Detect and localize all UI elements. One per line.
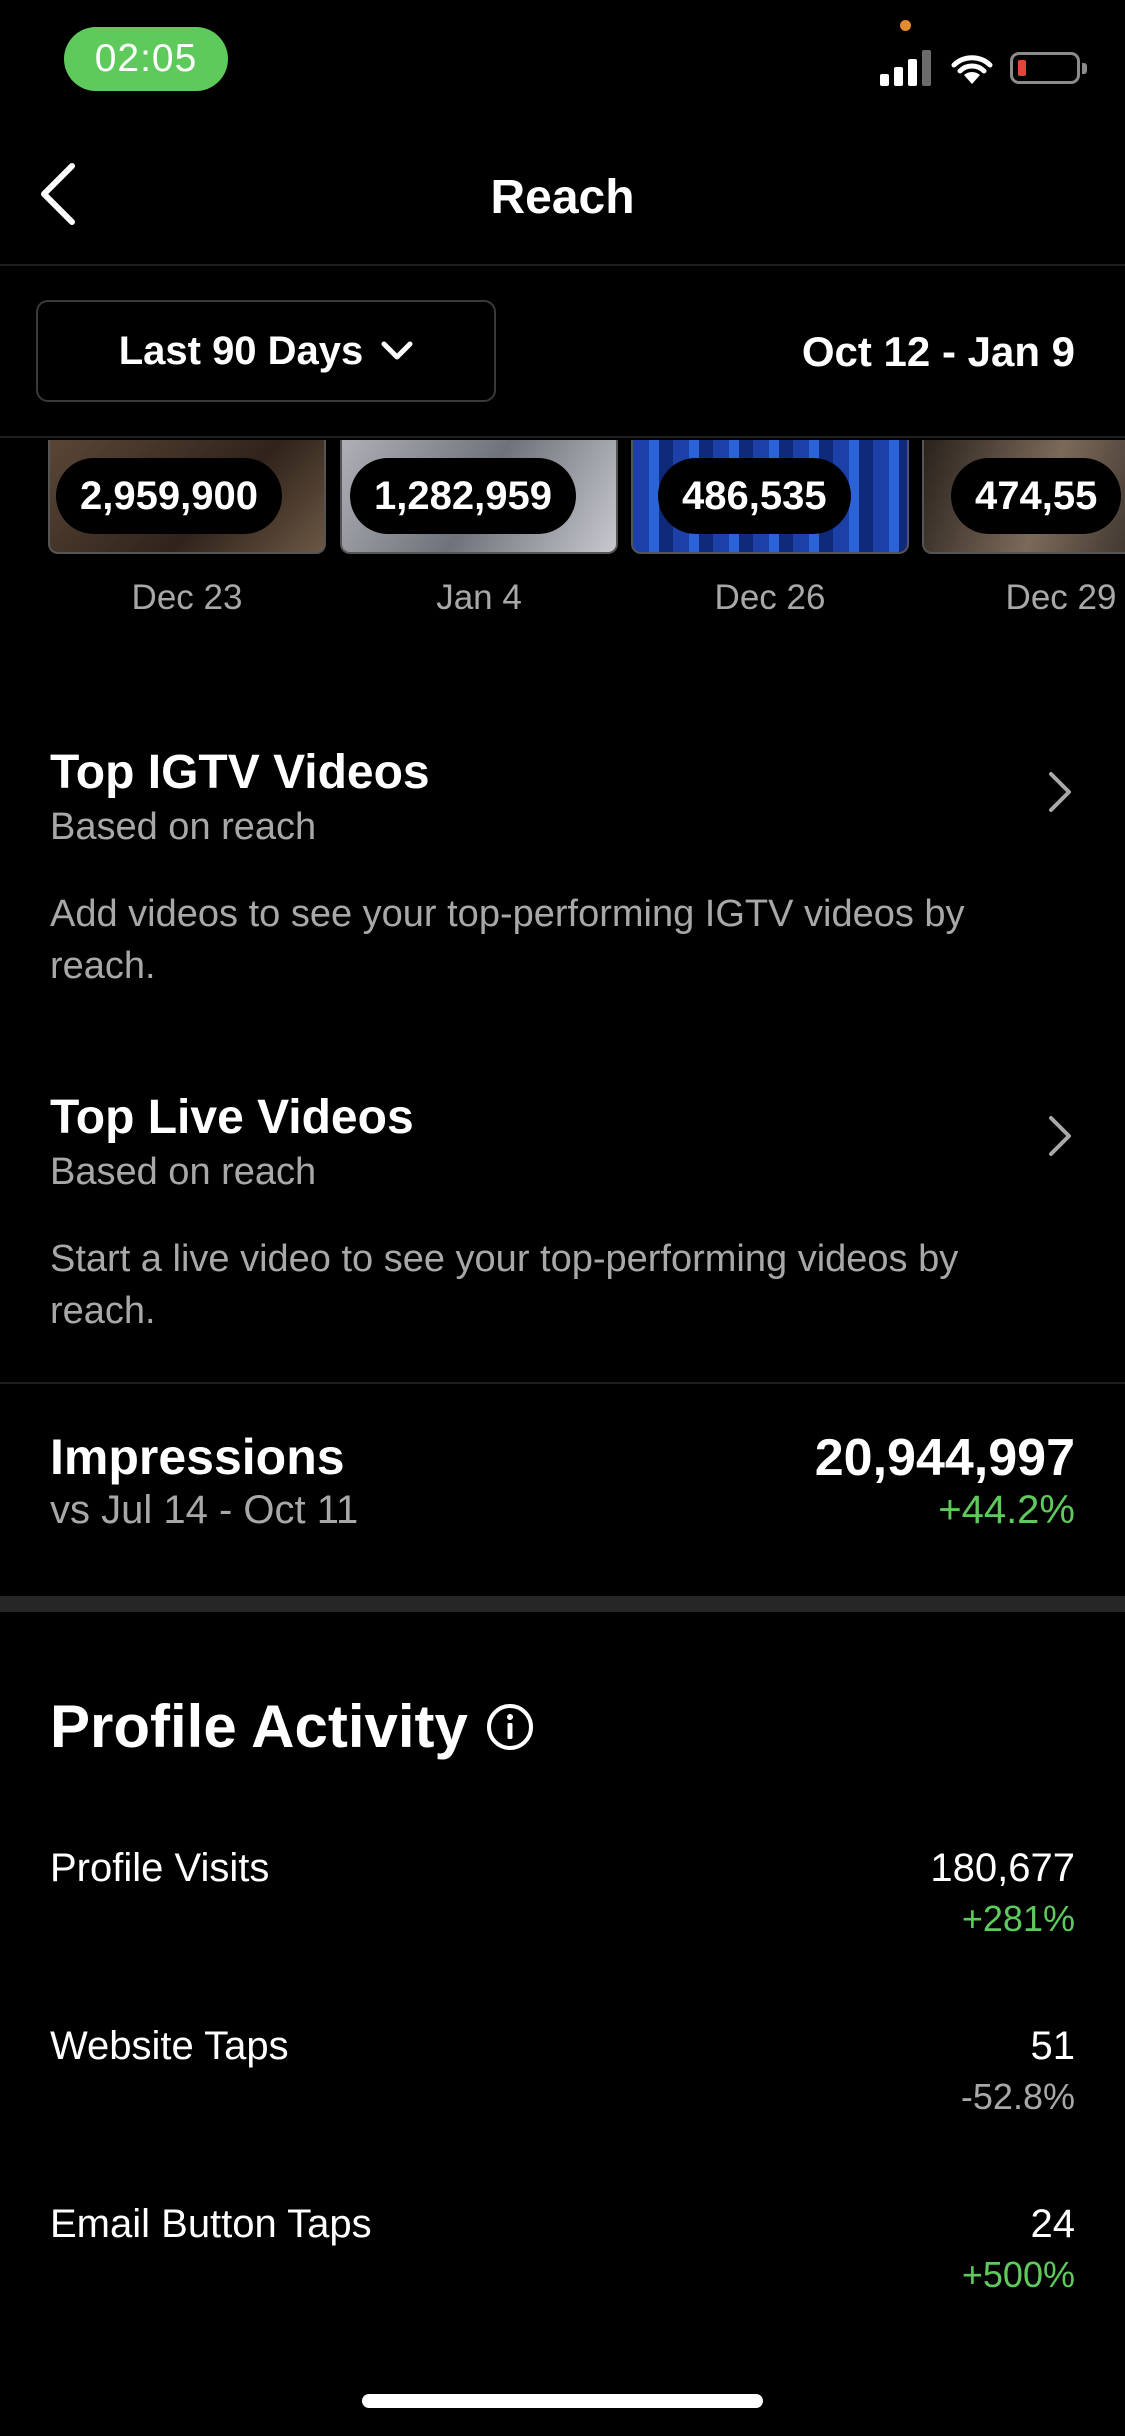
reach-screen: 02:05 Reach Last 90 Days Oct 12 - Jan 9 … (0, 0, 1125, 2436)
impressions-comparison: vs Jul 14 - Oct 11 (50, 1488, 359, 1532)
metric-value: 24 (1030, 2202, 1076, 2246)
impressions-value: 20,944,997 (814, 1429, 1075, 1487)
wifi-icon (951, 55, 993, 84)
section-divider (0, 1382, 1125, 1384)
live-subtitle: Based on reach (50, 1151, 317, 1193)
metric-label: Website Taps (50, 2024, 289, 2068)
chevron-down-icon (381, 341, 413, 360)
filter-divider (0, 436, 1125, 438)
metric-label: Profile Visits (50, 1846, 270, 1890)
post-date: Dec 23 (131, 578, 243, 617)
chevron-right-icon[interactable] (1047, 1114, 1073, 1158)
date-range-dropdown[interactable]: Last 90 Days (36, 300, 496, 402)
battery-icon (1010, 52, 1087, 84)
date-range-label: Last 90 Days (118, 328, 364, 373)
post-reach-badge: 486,535 (658, 458, 851, 534)
post-reach-badge: 474,55 (951, 458, 1122, 534)
post-reach-badge: 1,282,959 (350, 458, 576, 534)
live-title: Top Live Videos (50, 1091, 414, 1144)
cellular-signal-icon (880, 50, 932, 86)
igtv-description: Add videos to see your top-performing IG… (50, 893, 965, 987)
page-title: Reach (490, 171, 635, 224)
metric-value: 180,677 (930, 1846, 1075, 1890)
top-posts-strip[interactable]: 2,959,900 Dec 23 1,282,959 Jan 4 486,535… (0, 440, 1125, 640)
privacy-indicator-dot (900, 20, 911, 31)
home-indicator[interactable] (362, 2394, 763, 2408)
post-reach-badge: 2,959,900 (56, 458, 282, 534)
section-separator (0, 1596, 1125, 1612)
impressions-title: Impressions (50, 1429, 345, 1485)
metric-label: Email Button Taps (50, 2202, 372, 2246)
post-date: Dec 29 (1005, 578, 1117, 617)
post-date: Dec 26 (714, 578, 826, 617)
status-time: 02:05 (64, 27, 228, 91)
profile-activity-title: Profile Activity (50, 1693, 468, 1760)
metric-value: 51 (1030, 2024, 1076, 2068)
metric-change: +281% (961, 1898, 1075, 1939)
igtv-title: Top IGTV Videos (50, 746, 430, 799)
chevron-right-icon[interactable] (1047, 770, 1073, 814)
metric-change: +500% (961, 2254, 1075, 2295)
live-description: Start a live video to see your top-perfo… (50, 1238, 959, 1332)
post-date: Jan 4 (436, 578, 522, 617)
metric-change: -52.8% (960, 2076, 1075, 2117)
header-divider (0, 264, 1125, 266)
igtv-subtitle: Based on reach (50, 806, 317, 848)
selected-date-range: Oct 12 - Jan 9 (801, 328, 1075, 375)
info-icon[interactable] (486, 1703, 534, 1751)
impressions-change: +44.2% (938, 1488, 1075, 1532)
